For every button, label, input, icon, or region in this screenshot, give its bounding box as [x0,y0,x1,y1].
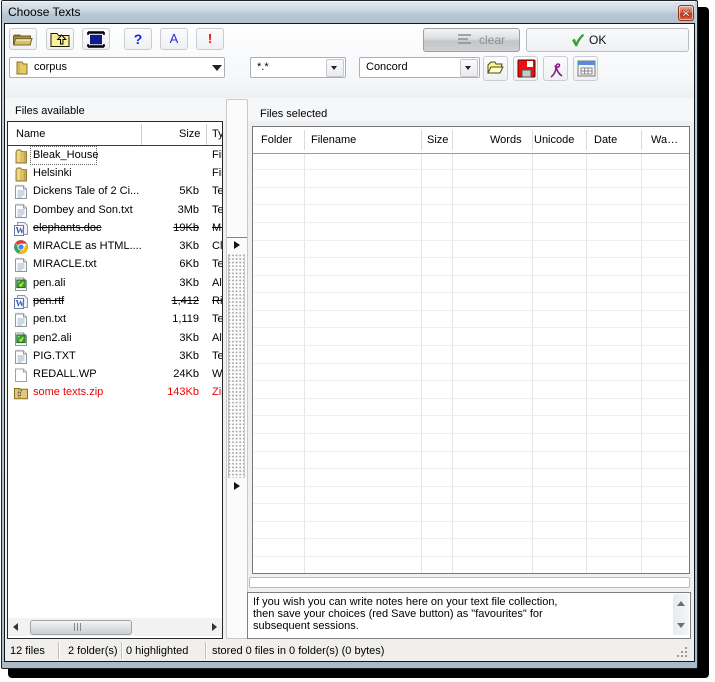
svg-text:W: W [16,225,25,235]
svg-text:W: W [16,299,25,309]
